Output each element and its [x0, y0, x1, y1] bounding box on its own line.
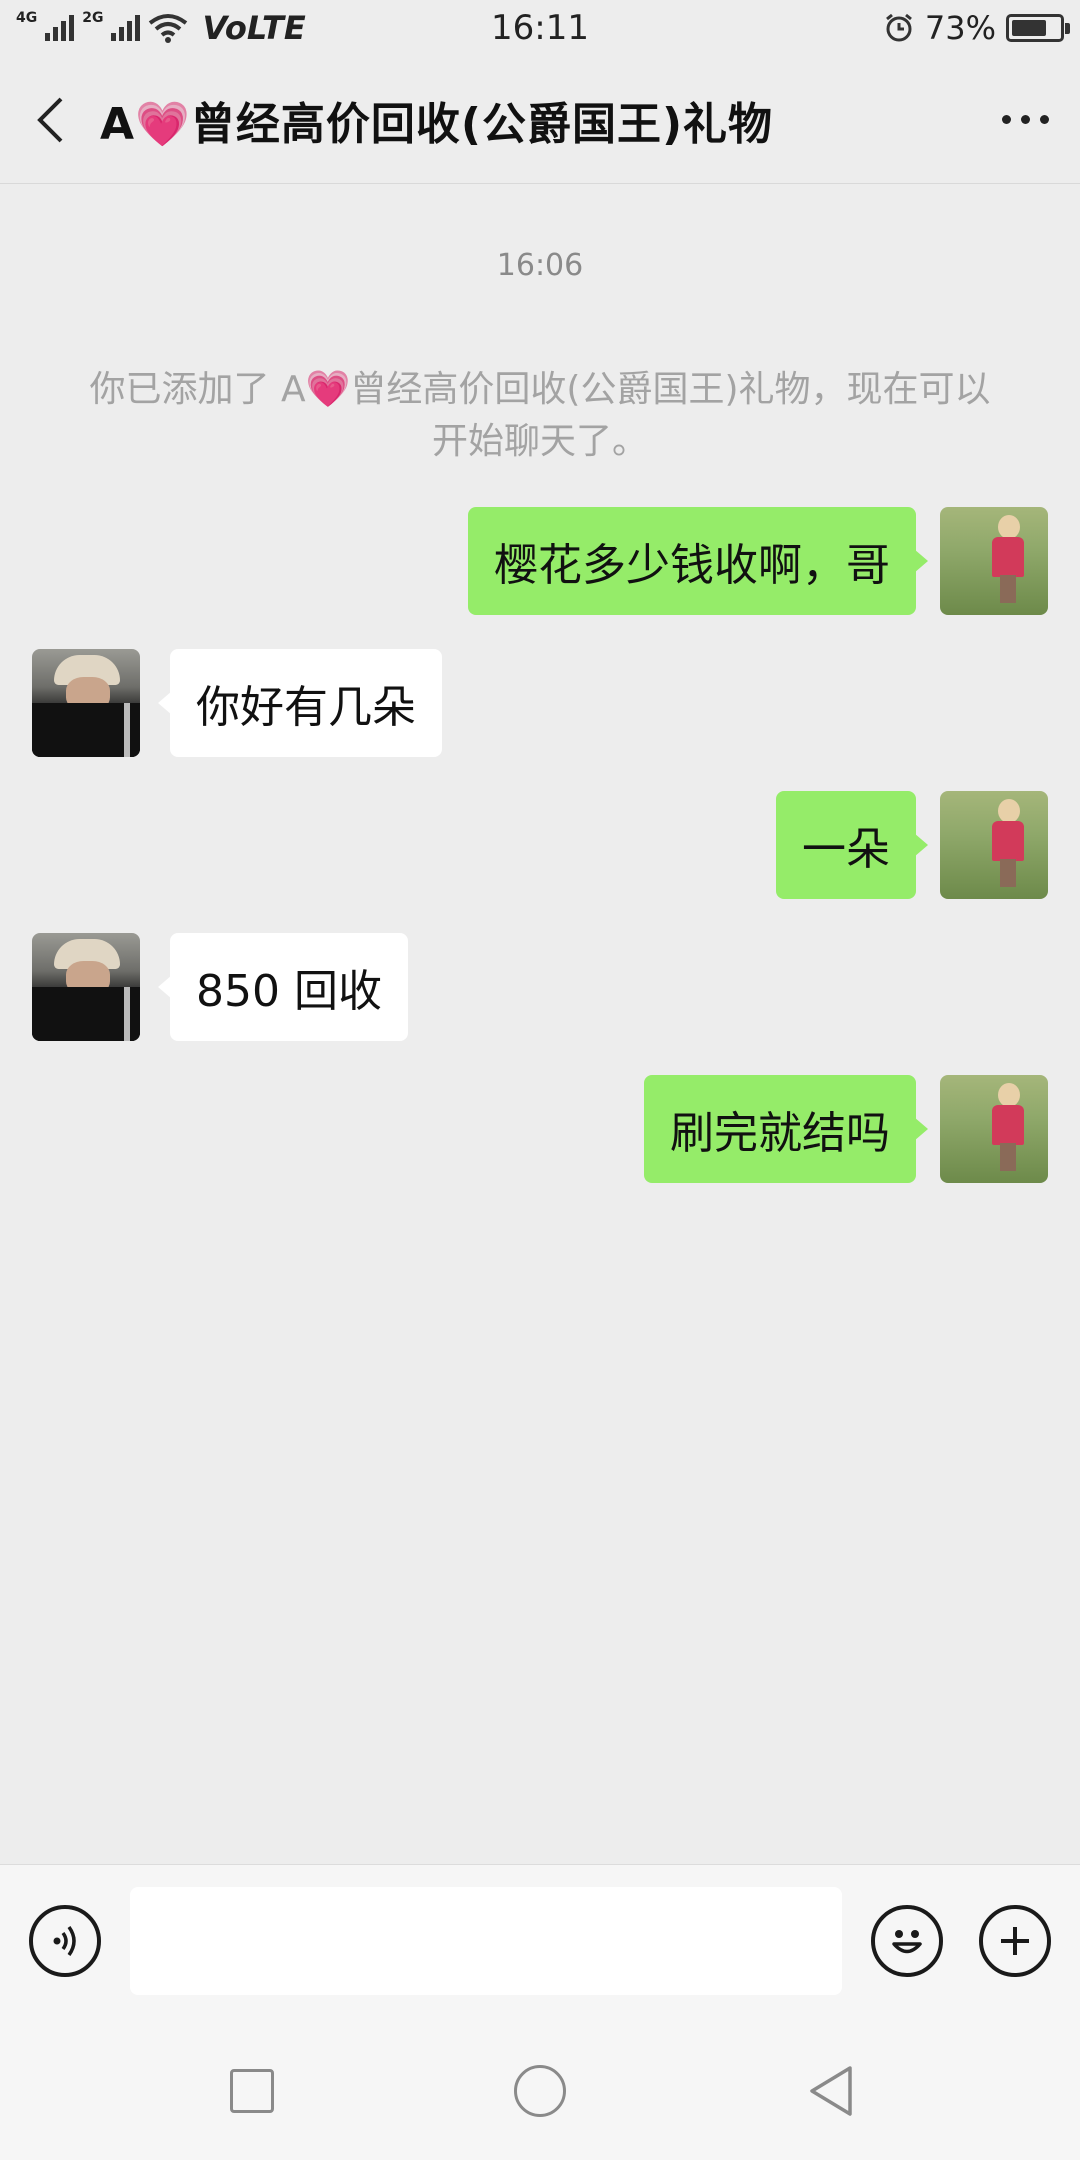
voice-icon — [53, 1925, 76, 1957]
outgoing-bubble[interactable]: 一朵 — [776, 791, 928, 899]
triangle-back-icon — [810, 2066, 852, 2116]
recent-apps-button[interactable] — [230, 2069, 274, 2113]
outgoing-bubble[interactable]: 樱花多少钱收啊，哥 — [468, 507, 928, 615]
message-input[interactable] — [130, 1887, 842, 1995]
input-bar — [0, 1864, 1080, 2022]
status-time: 16:11 — [491, 8, 589, 48]
chevron-left-icon — [37, 97, 63, 142]
status-bar: 4G 2G VoLTE 16:11 73% — [0, 0, 1080, 56]
message-list[interactable]: 16:06 你已添加了 A💗曾经高价回收(公爵国王)礼物，现在可以开始聊天了。 … — [0, 184, 1080, 1864]
incoming-bubble[interactable]: 你好有几朵 — [158, 649, 442, 757]
message-row-incoming: 850 回收 — [0, 933, 1080, 1043]
message-row-outgoing: 樱花多少钱收啊，哥 — [0, 507, 1080, 617]
more-dot-icon — [1020, 115, 1030, 124]
message-timestamp: 16:06 — [496, 248, 584, 283]
message-row-outgoing: 刷完就结吗 — [0, 1075, 1080, 1185]
my-avatar[interactable] — [940, 507, 1048, 615]
more-dot-icon — [1039, 115, 1049, 124]
contact-avatar[interactable] — [32, 933, 140, 1041]
battery-icon — [1006, 14, 1070, 42]
home-button[interactable] — [514, 2065, 566, 2117]
system-back-button[interactable] — [806, 2064, 856, 2116]
outgoing-bubble[interactable]: 刷完就结吗 — [644, 1075, 928, 1183]
my-avatar[interactable] — [940, 1075, 1048, 1183]
system-message: 你已添加了 A💗曾经高价回收(公爵国王)礼物，现在可以开始聊天了。 — [89, 369, 991, 462]
system-nav-bar — [0, 2022, 1080, 2160]
emoji-button[interactable] — [871, 1905, 943, 1977]
more-dot-icon — [1001, 115, 1011, 124]
plus-icon — [1001, 1927, 1029, 1955]
back-button[interactable] — [0, 56, 100, 184]
my-avatar[interactable] — [940, 791, 1048, 899]
chat-title: A💗曾经高价回收(公爵国王)礼物 — [100, 98, 774, 150]
more-options-button[interactable] — [970, 56, 1080, 184]
smiley-icon — [892, 1930, 922, 1954]
voice-button[interactable] — [29, 1905, 101, 1977]
incoming-bubble[interactable]: 850 回收 — [158, 933, 408, 1041]
more-functions-button[interactable] — [979, 1905, 1051, 1977]
message-row-outgoing: 一朵 — [0, 791, 1080, 901]
contact-avatar[interactable] — [32, 649, 140, 757]
message-row-incoming: 你好有几朵 — [0, 649, 1080, 759]
chat-header: A💗曾经高价回收(公爵国王)礼物 — [0, 56, 1080, 184]
